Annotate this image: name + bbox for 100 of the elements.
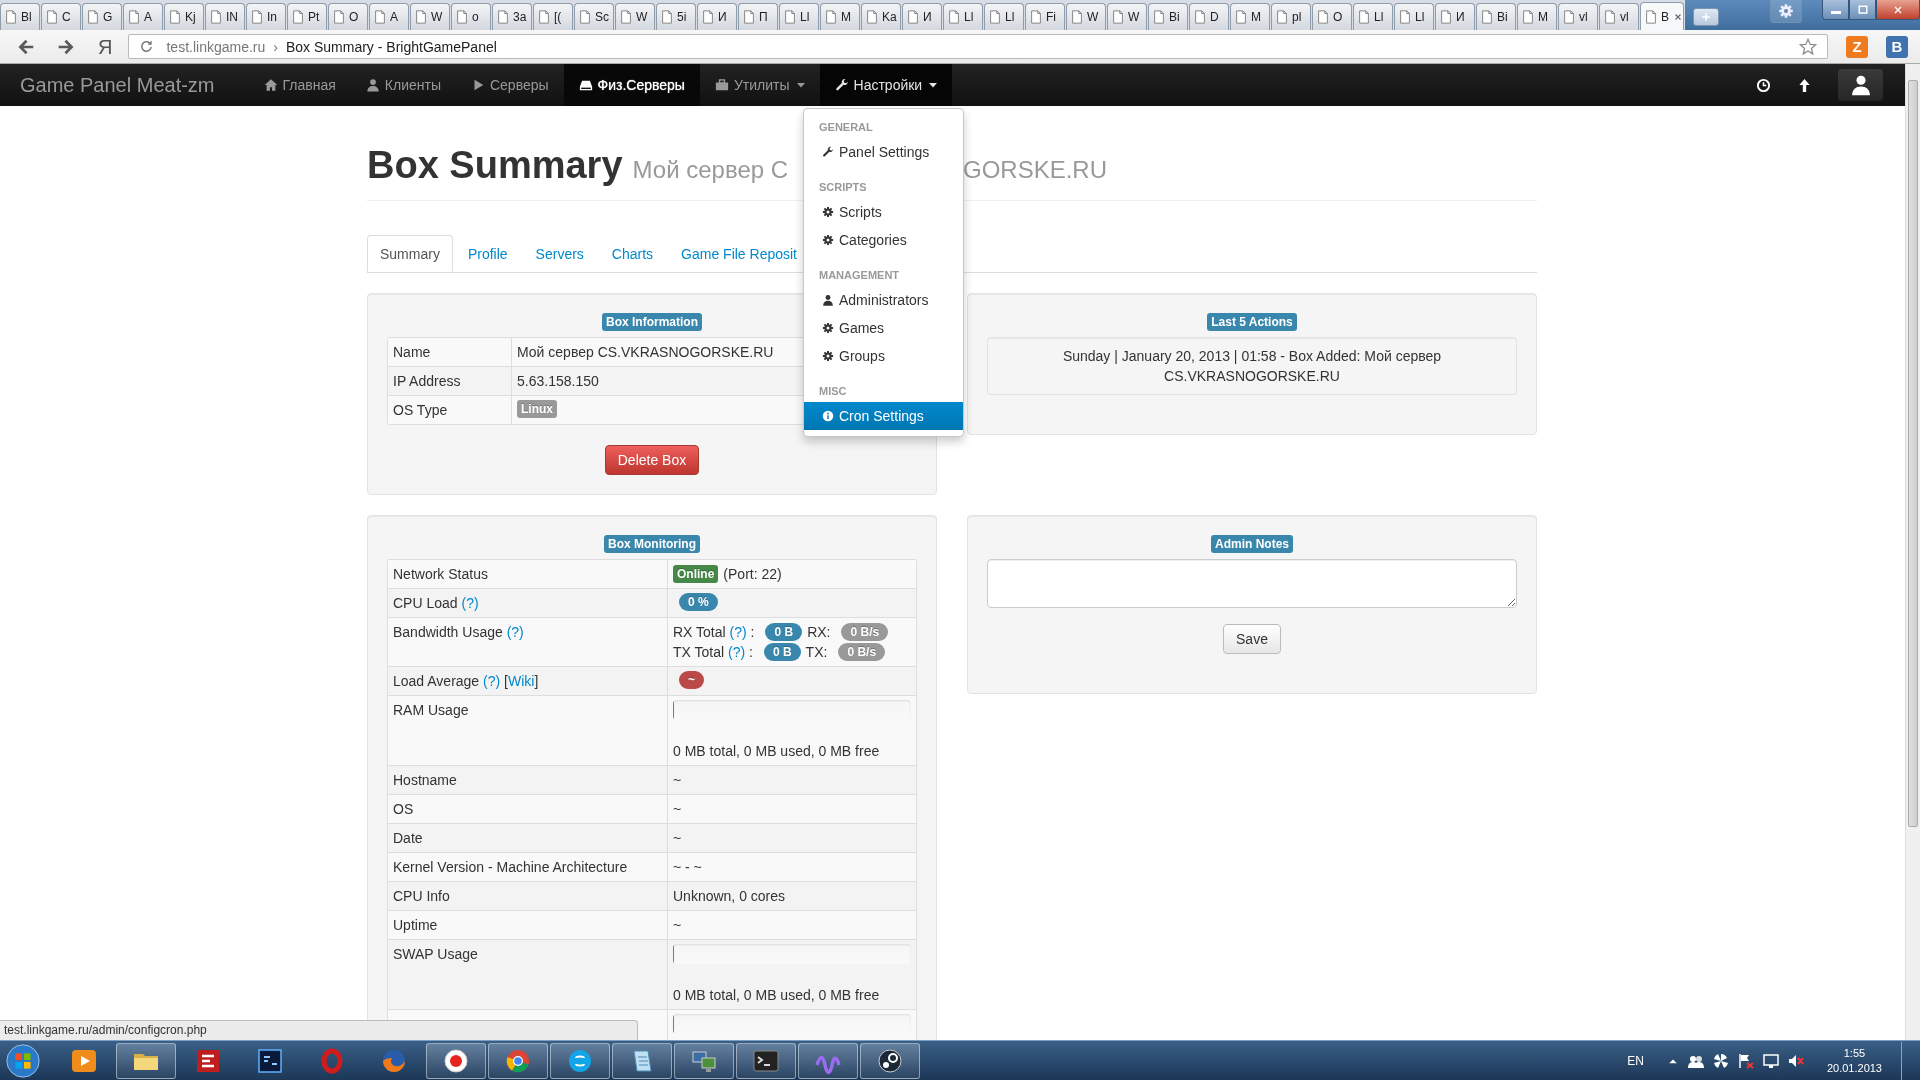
search-engine-button[interactable]: Я xyxy=(98,34,113,59)
tab[interactable]: Summary xyxy=(367,235,453,272)
browser-tab[interactable]: C xyxy=(41,3,81,30)
help-link[interactable]: (?) xyxy=(729,624,747,640)
browser-tab[interactable]: 5i xyxy=(656,3,696,30)
browser-tab[interactable]: И xyxy=(697,3,737,30)
taskbar-button[interactable] xyxy=(612,1042,672,1079)
menu-item[interactable]: Groups xyxy=(804,342,963,370)
star-icon[interactable] xyxy=(1799,37,1817,56)
help-link[interactable]: (?) xyxy=(506,624,524,640)
browser-tab[interactable]: M xyxy=(1517,3,1557,30)
page-icon xyxy=(1644,9,1658,24)
notes-field[interactable] xyxy=(987,559,1517,608)
browser-tab[interactable]: Ll xyxy=(943,3,983,30)
start-button[interactable] xyxy=(4,1041,42,1080)
page-icon xyxy=(1521,10,1535,24)
browser-tab[interactable]: Bi xyxy=(1476,3,1516,30)
browser-tab[interactable]: W xyxy=(410,3,450,30)
flag-icon[interactable] xyxy=(1737,1052,1754,1069)
browser-tab[interactable]: o xyxy=(451,3,491,30)
briefcase-icon xyxy=(714,78,729,92)
nav-item[interactable]: Главная xyxy=(248,64,351,106)
user-button[interactable] xyxy=(1838,69,1883,101)
browser-tab[interactable]: 3a xyxy=(492,3,532,30)
browser-tab[interactable]: D xyxy=(1189,3,1229,30)
close-button[interactable] xyxy=(1876,0,1920,20)
page-icon xyxy=(619,10,633,24)
settings-button[interactable] xyxy=(1770,0,1802,23)
browser-tab[interactable]: Ll xyxy=(1353,3,1393,30)
browser-tab[interactable]: W xyxy=(615,3,655,30)
language-indicator[interactable]: EN xyxy=(1627,1053,1644,1068)
browser-tab[interactable]: vl xyxy=(1558,3,1598,30)
address-bar[interactable]: test.linkgame.ru › Box Summary - BrightGamePanel xyxy=(128,34,1828,59)
menu-item[interactable]: Cron Settings xyxy=(804,402,963,430)
browser-tab[interactable]: IN xyxy=(205,3,245,30)
brand-link[interactable]: Game Panel Meat-zm xyxy=(0,64,249,106)
menu-item[interactable]: Administrators xyxy=(804,286,963,314)
nav-item[interactable]: Настройки xyxy=(819,64,953,106)
clock-icon[interactable] xyxy=(1756,77,1771,93)
nav-item[interactable]: Утилиты xyxy=(699,64,820,106)
browser-tab[interactable]: A xyxy=(369,3,409,30)
tab[interactable]: Servers xyxy=(522,235,597,272)
help-link[interactable]: (?) xyxy=(728,644,746,660)
browser-tab[interactable]: In xyxy=(246,3,286,30)
browser-tab[interactable]: M xyxy=(820,3,860,30)
browser-tab[interactable]: O xyxy=(328,3,368,30)
browser-tab[interactable]: Fi xyxy=(1025,3,1065,30)
help-link[interactable]: (?) xyxy=(461,595,479,611)
browser-tab[interactable]: Bl xyxy=(0,3,40,30)
browser-tab[interactable]: Bi xyxy=(1148,3,1188,30)
taskbar-button[interactable] xyxy=(736,1042,796,1079)
save-button[interactable]: Save xyxy=(1223,624,1281,654)
browser-tab[interactable]: И xyxy=(902,3,942,30)
page-icon xyxy=(1193,10,1207,24)
tab[interactable]: Charts xyxy=(598,235,667,272)
taskbar-button[interactable] xyxy=(860,1042,920,1079)
clock[interactable]: 1:55 20.01.2013 xyxy=(1826,1045,1882,1076)
browser-tab[interactable]: A xyxy=(123,3,163,30)
tab[interactable]: Profile xyxy=(454,235,521,272)
menu-item[interactable]: Categories xyxy=(804,226,963,254)
pinwheel-icon[interactable] xyxy=(1712,1052,1729,1069)
browser-tab[interactable]: vl xyxy=(1599,3,1639,30)
browser-tab[interactable]: Kj xyxy=(164,3,204,30)
minimize-button[interactable] xyxy=(1822,0,1849,20)
nav-item[interactable]: Клиенты xyxy=(350,64,456,106)
help-link[interactable]: (?) xyxy=(483,673,501,689)
browser-tab[interactable]: Sc xyxy=(574,3,614,30)
maximize-button[interactable] xyxy=(1849,0,1876,20)
browser-tab[interactable]: O xyxy=(1312,3,1352,30)
menu-item[interactable]: Panel Settings xyxy=(804,138,963,166)
browser-tab[interactable]: G xyxy=(82,3,122,30)
browser-tab[interactable]: M xyxy=(1230,3,1270,30)
browser-tab[interactable]: Pt xyxy=(287,3,327,30)
browser-tab[interactable]: W xyxy=(1066,3,1106,30)
page-icon xyxy=(1562,10,1576,24)
browser-tab[interactable]: W xyxy=(1107,3,1147,30)
taskbar-button[interactable] xyxy=(426,1042,486,1079)
delete-button[interactable]: Delete Box xyxy=(604,445,700,475)
browser-tab[interactable]: B xyxy=(1640,2,1684,30)
nav-item[interactable]: Серверы xyxy=(455,64,564,106)
browser-tab[interactable]: П xyxy=(738,3,778,30)
menu-header: MISC xyxy=(818,384,848,399)
browser-tab[interactable]: [( xyxy=(533,3,573,30)
browser-tab[interactable]: И xyxy=(1435,3,1475,30)
menu-header: SCRIPTS xyxy=(818,180,868,195)
arrow-up-icon[interactable] xyxy=(1797,77,1812,93)
menu-item[interactable]: Scripts xyxy=(804,198,963,226)
scroll-thumb[interactable] xyxy=(1908,80,1918,827)
browser-tab[interactable]: Ll xyxy=(779,3,819,30)
menu-item[interactable]: Games xyxy=(804,314,963,342)
monitor-icon[interactable] xyxy=(1762,1052,1779,1069)
forward-icon xyxy=(57,37,75,56)
taskbar-button[interactable] xyxy=(116,1042,176,1079)
browser-tab[interactable]: pl xyxy=(1271,3,1311,30)
new-tab-button[interactable] xyxy=(1693,8,1719,26)
extension-button[interactable]: B xyxy=(1886,35,1908,58)
nav-item[interactable]: Физ.Серверы xyxy=(563,64,700,106)
browser-tab[interactable]: Ka xyxy=(861,3,901,30)
browser-tab[interactable]: Ll xyxy=(1394,3,1434,30)
browser-tab[interactable]: Ll xyxy=(984,3,1024,30)
